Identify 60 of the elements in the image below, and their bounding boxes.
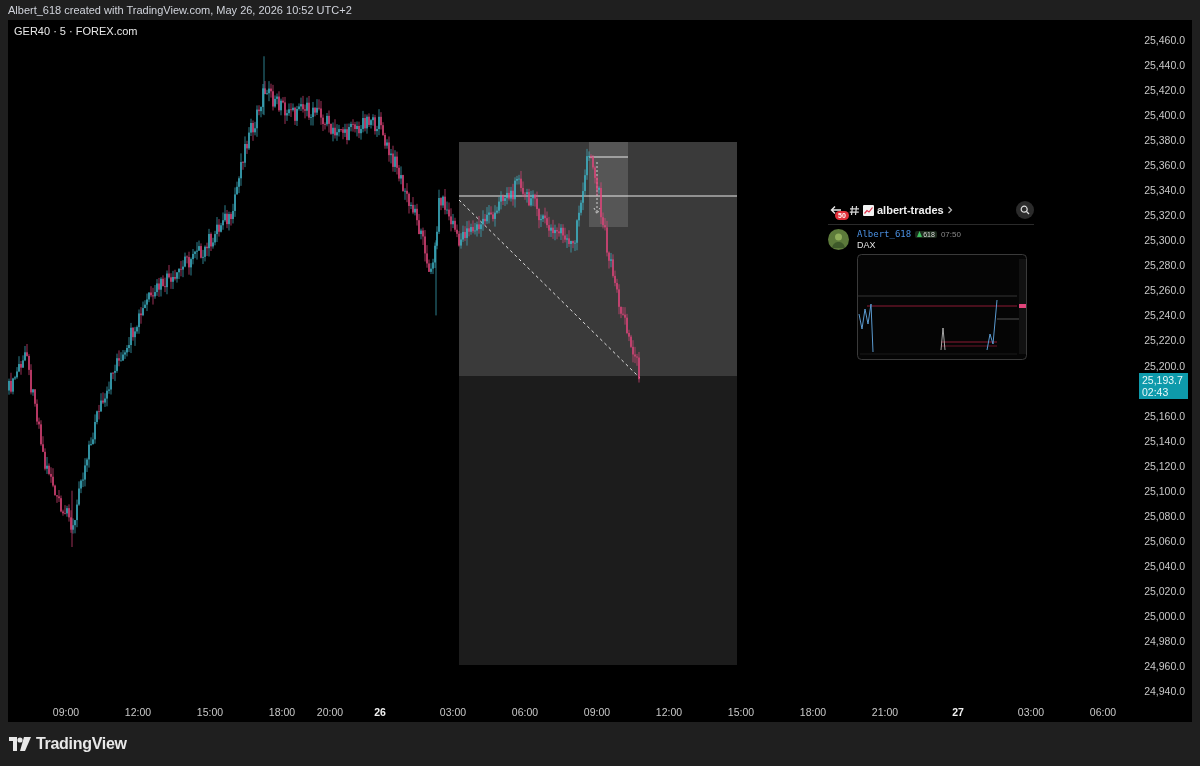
time-label: 06:00 xyxy=(1089,706,1117,718)
time-label: 03:00 xyxy=(439,706,467,718)
price-label: 25,380.0 xyxy=(1144,134,1185,147)
price-label: 25,140.0 xyxy=(1144,434,1185,447)
logo-icon xyxy=(9,737,31,751)
price-label: 25,340.0 xyxy=(1144,184,1185,197)
channel-hash-icon xyxy=(849,204,860,216)
price-label: 25,000.0 xyxy=(1144,609,1185,622)
time-label: 09:00 xyxy=(583,706,611,718)
price-label: 25,300.0 xyxy=(1144,234,1185,247)
price-label: 25,460.0 xyxy=(1144,34,1185,46)
position-tool-drawing[interactable] xyxy=(458,142,738,665)
price-label: 25,440.0 xyxy=(1144,59,1185,72)
price-label: 25,400.0 xyxy=(1144,109,1185,122)
price-label: 25,120.0 xyxy=(1144,459,1185,472)
symbol-title: GER40 · 5 · FOREX.com xyxy=(14,25,138,37)
price-label: 24,940.0 xyxy=(1144,685,1185,698)
time-label: 09:00 xyxy=(52,706,80,718)
search-icon xyxy=(1020,205,1030,215)
time-label: 18:00 xyxy=(799,706,827,718)
message-time: 07:50 xyxy=(940,229,961,239)
price-label: 25,200.0 xyxy=(1144,359,1185,372)
price-label: 25,060.0 xyxy=(1144,534,1185,547)
search-button[interactable] xyxy=(1016,201,1034,219)
attribution-text: Albert_618 created with TradingView.com, May 26, 2026 10:52 UTC+2 xyxy=(8,4,352,16)
price-label: 25,020.0 xyxy=(1144,584,1185,597)
price-label: 24,980.0 xyxy=(1144,634,1185,647)
time-label: 12:00 xyxy=(124,706,152,718)
price-label: 25,240.0 xyxy=(1144,309,1185,322)
time-label: 21:00 xyxy=(871,706,899,718)
price-label: 25,040.0 xyxy=(1144,559,1185,572)
back-arrow-icon[interactable] xyxy=(830,205,842,215)
time-label: 06:00 xyxy=(511,706,539,718)
message-text: DAX xyxy=(857,240,877,250)
brand-name: TradingView xyxy=(36,735,127,753)
chart-increasing-icon xyxy=(863,204,874,216)
price-label: 25,080.0 xyxy=(1144,509,1185,522)
avatar-icon xyxy=(828,229,849,250)
time-label: 15:00 xyxy=(196,706,224,718)
time-label: 15:00 xyxy=(727,706,755,718)
time-label: 12:00 xyxy=(655,706,683,718)
price-label: 25,420.0 xyxy=(1144,84,1185,97)
price-label: 25,260.0 xyxy=(1144,284,1185,297)
price-label: 25,100.0 xyxy=(1144,484,1185,497)
time-label: 18:00 xyxy=(268,706,296,718)
time-label: 03:00 xyxy=(1017,706,1045,718)
price-label: 25,280.0 xyxy=(1144,259,1185,272)
chart-thumbnail-drawing[interactable] xyxy=(857,254,1027,360)
chevron-right-icon[interactable] xyxy=(946,206,953,214)
current-price-tag: 25,193.7 02:43 xyxy=(1139,373,1188,399)
price-label: 25,160.0 xyxy=(1144,409,1185,422)
time-label: 26 xyxy=(374,706,386,718)
time-label: 20:00 xyxy=(316,706,344,718)
author-name[interactable]: Albert_618 xyxy=(857,229,912,239)
price-label: 25,220.0 xyxy=(1144,334,1185,347)
price-label: 25,360.0 xyxy=(1144,159,1185,172)
channel-name[interactable]: albert-trades xyxy=(877,204,944,216)
price-label: 24,960.0 xyxy=(1144,660,1185,672)
time-label: 27 xyxy=(952,706,964,718)
price-label: 25,320.0 xyxy=(1144,209,1185,222)
